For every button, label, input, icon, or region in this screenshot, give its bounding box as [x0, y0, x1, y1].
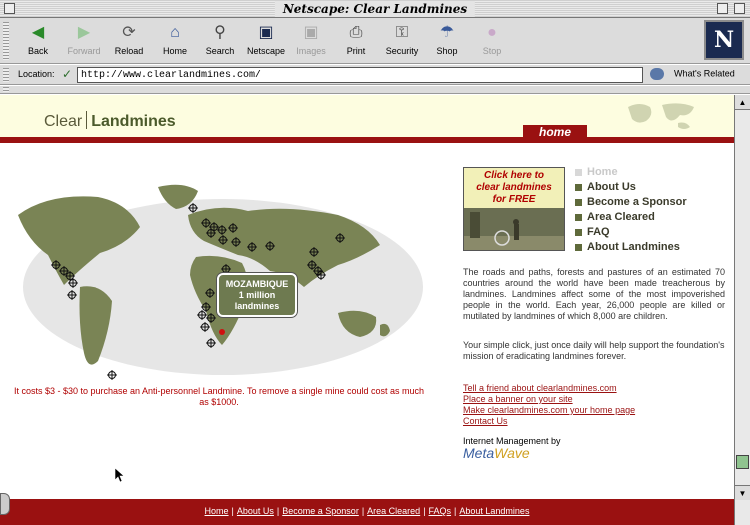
- whats-related-button[interactable]: What's Related: [650, 68, 735, 80]
- window-title: Netscape: Clear Landmines: [274, 1, 476, 17]
- place-banner-link[interactable]: Place a banner on your site: [463, 394, 725, 405]
- action-links: Tell a friend about clearlandmines.com P…: [463, 383, 725, 427]
- navigation-toolbar: ◀ Back ▶ Forward ⟳ Reload ⌂ Home ⚲ Searc…: [0, 18, 750, 64]
- reload-icon: ⟳: [122, 24, 136, 41]
- images-button[interactable]: ▣ Images: [287, 22, 335, 62]
- world-map-watermark: [628, 103, 694, 129]
- footer-link-area-cleared[interactable]: Area Cleared: [367, 506, 420, 516]
- scroll-thumb[interactable]: [736, 455, 749, 469]
- stop-button[interactable]: ● Stop: [468, 22, 516, 62]
- site-logo[interactable]: Clear Landmines: [44, 111, 176, 131]
- vertical-scrollbar[interactable]: ▲ ▼: [734, 95, 750, 525]
- promo-text: Click here to clear landmines for FREE: [464, 168, 564, 208]
- images-icon: ▣: [303, 24, 319, 41]
- footer-link-about-us[interactable]: About Us: [237, 506, 274, 516]
- scroll-up-arrow-icon[interactable]: ▲: [735, 95, 750, 110]
- shop-bag-icon: ☂: [439, 24, 455, 41]
- footer-link-home[interactable]: Home: [205, 506, 229, 516]
- support-paragraph: Your simple click, just once daily will …: [463, 340, 725, 361]
- collapse-box[interactable]: [734, 3, 745, 14]
- search-button[interactable]: ⚲ Search: [196, 22, 244, 62]
- menu-item-about-us[interactable]: About Us: [575, 180, 725, 195]
- menu-item-faq[interactable]: FAQ: [575, 225, 725, 240]
- mozambique-callout: MOZAMBIQUE 1 million landmines: [217, 273, 297, 317]
- title-bar[interactable]: Netscape: Clear Landmines: [0, 0, 750, 18]
- home-icon: ⌂: [170, 24, 180, 41]
- shop-button[interactable]: ☂ Shop: [423, 22, 471, 62]
- url-input[interactable]: [77, 67, 643, 83]
- bookmark-pin-icon[interactable]: ✓: [62, 67, 72, 81]
- forward-button[interactable]: ▶ Forward: [60, 22, 108, 62]
- menu-item-about-landmines[interactable]: About Landmines: [575, 240, 725, 255]
- location-label: Location:: [18, 69, 55, 79]
- netscape-button[interactable]: ▣ Netscape: [242, 22, 290, 62]
- web-page: Clear Landmines home MOZAMBIQUE 1 millio…: [0, 95, 734, 525]
- site-header: Clear Landmines: [0, 95, 734, 137]
- location-grip[interactable]: [3, 68, 9, 82]
- mouse-cursor-icon: [115, 468, 125, 482]
- menu-item-become-sponsor[interactable]: Become a Sponsor: [575, 195, 725, 210]
- tell-friend-link[interactable]: Tell a friend about clearlandmines.com: [463, 383, 725, 394]
- cost-caption: It costs $3 - $30 to purchase an Anti-pe…: [13, 386, 425, 407]
- close-box[interactable]: [4, 3, 15, 14]
- sidebar-tab-handle[interactable]: [0, 493, 10, 515]
- search-icon: ⚲: [214, 24, 226, 41]
- zoom-box[interactable]: [717, 3, 728, 14]
- netscape-icon: ▣: [258, 24, 274, 41]
- globe-icon: [650, 68, 664, 80]
- children-photo: [464, 208, 564, 250]
- forward-arrow-icon: ▶: [77, 24, 91, 41]
- security-button[interactable]: ⚿ Security: [378, 22, 426, 62]
- security-lock-icon: ⚿: [395, 24, 409, 41]
- home-tab[interactable]: home: [523, 125, 587, 139]
- personal-toolbar: [0, 86, 750, 94]
- menu-item-home[interactable]: Home: [575, 165, 725, 180]
- site-menu: Home About Us Become a Sponsor Area Clea…: [575, 165, 725, 255]
- footer-link-about-landmines[interactable]: About Landmines: [459, 506, 529, 516]
- menu-item-area-cleared[interactable]: Area Cleared: [575, 210, 725, 225]
- back-arrow-icon: ◀: [31, 24, 45, 41]
- reload-button[interactable]: ⟳ Reload: [105, 22, 153, 62]
- click-to-clear-banner[interactable]: Click here to clear landmines for FREE: [463, 167, 565, 251]
- make-homepage-link[interactable]: Make clearlandmines.com your home page: [463, 405, 725, 416]
- print-icon: ⎙: [349, 24, 363, 41]
- location-bar: Location: ✓ What's Related: [0, 65, 750, 85]
- footer-link-sponsor[interactable]: Become a Sponsor: [282, 506, 359, 516]
- metawave-logo[interactable]: MetaWave: [463, 445, 530, 461]
- footer-nav: Home | About Us | Become a Sponsor | Area Clea…: [0, 499, 734, 525]
- header-divider: [0, 137, 734, 143]
- intro-paragraph: The roads and paths, forests and pasture…: [463, 267, 725, 321]
- toolbar-grip[interactable]: [3, 22, 9, 60]
- personal-toolbar-grip[interactable]: [3, 87, 9, 92]
- scroll-down-arrow-icon[interactable]: ▼: [735, 485, 750, 500]
- home-button[interactable]: ⌂ Home: [151, 22, 199, 62]
- stop-icon: ●: [487, 24, 497, 41]
- browser-window: Netscape: Clear Landmines ◀ Back ▶ Forwa…: [0, 0, 750, 525]
- contact-us-link[interactable]: Contact Us: [463, 416, 725, 427]
- back-button[interactable]: ◀ Back: [14, 22, 62, 62]
- print-button[interactable]: ⎙ Print: [332, 22, 380, 62]
- netscape-logo[interactable]: N: [704, 20, 744, 60]
- footer-link-faqs[interactable]: FAQs: [429, 506, 452, 516]
